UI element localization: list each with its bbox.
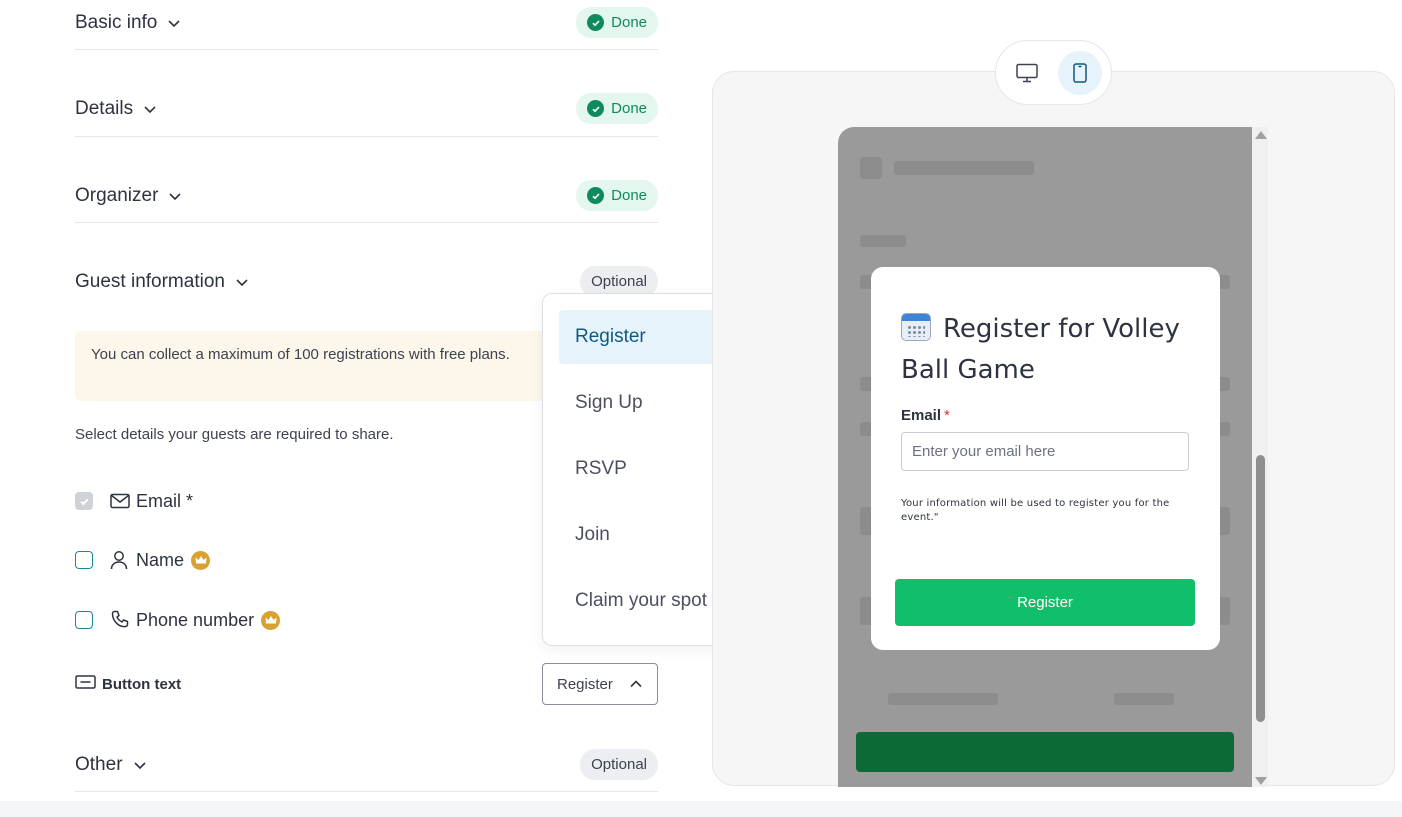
email-input[interactable] <box>901 432 1189 471</box>
button-text-select[interactable]: Register <box>542 663 658 705</box>
dropdown-option-label: Claim your spot <box>575 590 707 611</box>
preview-scrollbar-thumb[interactable] <box>1256 455 1265 722</box>
name-field-label: Name <box>136 549 185 570</box>
button-text-select-value: Register <box>557 675 613 693</box>
section-other-toggle[interactable]: Other <box>75 754 147 776</box>
chevron-up-icon <box>630 680 642 688</box>
plan-limit-notice: You can collect a maximum of 100 registr… <box>75 331 575 401</box>
required-mark: * <box>944 407 950 424</box>
section-details[interactable]: Details Done <box>75 93 658 124</box>
desktop-view-button[interactable] <box>1005 51 1049 95</box>
guest-field-email: Email * <box>75 489 193 513</box>
dropdown-option-label: RSVP <box>575 458 627 479</box>
phone-checkbox[interactable] <box>75 611 93 629</box>
chevron-down-icon <box>169 192 181 200</box>
section-guest-information-title: Guest information <box>75 270 225 292</box>
button-icon <box>75 674 96 694</box>
section-other[interactable]: Other Optional <box>75 749 658 780</box>
chevron-down-icon <box>168 19 180 27</box>
divider <box>75 136 658 137</box>
dropdown-option-label: Sign Up <box>575 392 643 413</box>
ghost-register-button <box>856 732 1234 772</box>
bottom-scroll-bar <box>0 801 1402 817</box>
guest-field-name: Name <box>75 548 211 572</box>
chevron-down-icon <box>133 761 146 769</box>
ghost-heading <box>894 161 1034 175</box>
email-checkbox[interactable] <box>75 492 93 510</box>
modal-title-text: Register for Volley Ball Game <box>901 314 1180 385</box>
chevron-down-icon <box>144 105 156 113</box>
email-field-label: Email * <box>136 490 194 511</box>
ghost-text <box>888 693 998 705</box>
premium-crown-icon <box>261 610 281 630</box>
email-label-text: Email <box>901 407 942 424</box>
section-guest-information-toggle[interactable]: Guest information <box>75 271 249 293</box>
button-text-label: Button text <box>102 675 182 693</box>
name-checkbox[interactable] <box>75 551 93 569</box>
button-text-setting: Button text <box>75 674 181 694</box>
ghost-text <box>860 235 906 247</box>
guest-fields-helper: Select details your guests are required … <box>75 426 394 443</box>
divider <box>75 222 658 223</box>
section-organizer-toggle[interactable]: Organizer <box>75 185 182 207</box>
calendar-icon <box>901 313 931 341</box>
privacy-disclaimer: Your information will be used to registe… <box>901 498 1170 523</box>
status-badge-label: Done <box>611 100 647 117</box>
check-circle-icon <box>587 14 605 31</box>
phone-icon <box>110 610 130 630</box>
desktop-icon <box>1016 63 1038 82</box>
ghost-text <box>1114 693 1174 705</box>
guest-field-phone: Phone number <box>75 608 281 632</box>
status-badge: Done <box>576 93 658 124</box>
status-badge: Done <box>576 180 658 211</box>
dropdown-option-label: Register <box>575 326 646 347</box>
optional-badge: Optional <box>580 749 658 780</box>
check-circle-icon <box>587 187 605 204</box>
section-basic-info-title: Basic info <box>75 11 158 33</box>
status-badge-label: Done <box>611 187 647 204</box>
mobile-icon <box>1073 62 1087 83</box>
divider <box>75 791 658 792</box>
scroll-up-arrow-icon[interactable] <box>1255 131 1267 139</box>
section-details-title: Details <box>75 97 134 119</box>
section-organizer-title: Organizer <box>75 184 159 206</box>
section-details-toggle[interactable]: Details <box>75 98 157 120</box>
scroll-down-arrow-icon[interactable] <box>1255 777 1267 785</box>
user-icon <box>110 550 130 570</box>
phone-field-label: Phone number <box>136 609 255 630</box>
status-badge: Done <box>576 7 658 38</box>
status-badge-label: Done <box>611 14 647 31</box>
mobile-view-button[interactable] <box>1058 50 1102 95</box>
register-button[interactable]: Register <box>895 579 1195 626</box>
check-circle-icon <box>587 100 605 117</box>
chevron-down-icon <box>236 278 248 286</box>
email-label: Email * <box>901 407 950 424</box>
section-other-title: Other <box>75 753 123 775</box>
registration-modal: Register for Volley Ball Game Email* You… <box>871 267 1220 650</box>
mail-icon <box>110 491 130 511</box>
divider <box>75 49 658 50</box>
premium-crown-icon <box>191 550 211 570</box>
modal-title: Register for Volley Ball Game <box>901 309 1201 391</box>
section-basic-info-toggle[interactable]: Basic info <box>75 12 181 34</box>
section-organizer[interactable]: Organizer Done <box>75 180 658 211</box>
device-toggle <box>995 40 1112 105</box>
dropdown-option-label: Join <box>575 524 610 545</box>
section-basic-info[interactable]: Basic info Done <box>75 7 658 38</box>
ghost-logo <box>860 157 882 179</box>
